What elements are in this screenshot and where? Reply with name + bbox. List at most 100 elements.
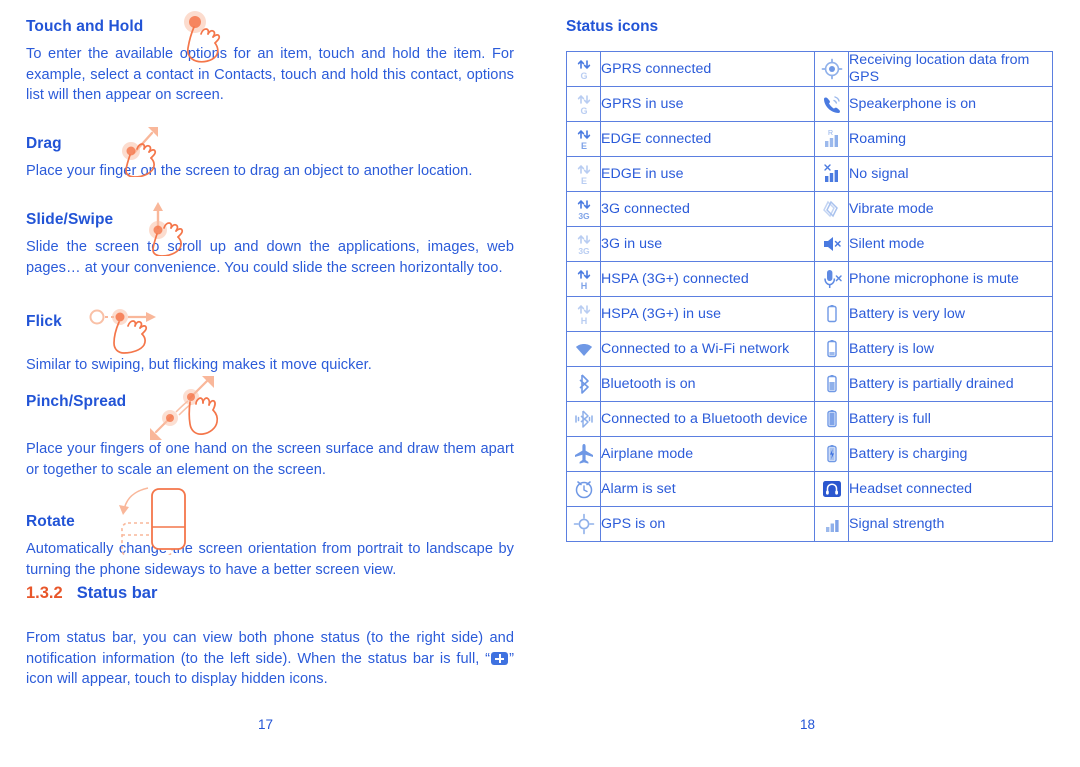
gesture-heading: Rotate [26,513,75,530]
wifi-connected-icon [572,337,596,361]
gps-receiving-icon [820,57,844,81]
section-body-part1: From status bar, you can view both phone… [26,630,514,667]
section-number: 1.3.2 [26,584,63,602]
status-icon-cell [566,436,601,472]
status-icon-cell [814,296,849,332]
vibrate-mode-icon [820,197,844,221]
gps-on-icon [572,512,596,536]
gesture-block-flick: Flick Similar to swiping, but flicking m… [26,309,514,376]
section-heading: 1.3.2 Status bar [26,584,514,603]
status-icon-cell [566,226,601,262]
status-icon-cell [814,86,849,122]
status-label-cell: Connected to a Bluetooth device [600,401,815,437]
document-spread: Touch and Hold To enter the available op… [0,0,1080,767]
status-label-cell: HSPA (3G+) in use [600,296,815,332]
gesture-body: Automatically change the screen orientat… [26,541,514,578]
status-label-cell: Battery is charging [848,436,1053,472]
status-label-cell: Battery is very low [848,296,1053,332]
status-label-cell: Signal strength [848,506,1053,542]
status-label-cell: Receiving location data from GPS [848,51,1053,87]
gesture-heading: Drag [26,135,62,152]
status-label-cell: HSPA (3G+) connected [600,261,815,297]
3g-in-use-icon [572,232,596,256]
plus-badge-icon [491,651,509,665]
edge-connected-icon [572,127,596,151]
section-title: Status bar [76,584,158,602]
status-icon-cell [814,156,849,192]
table-row: Connected to a Wi-Fi network Battery is l… [566,331,1053,367]
table-row: EDGE in use No signal [566,156,1053,192]
table-row: GPRS in use Speakerphone is on [566,86,1053,122]
roaming-icon [820,127,844,151]
microphone-mute-icon [820,267,844,291]
status-icon-cell [814,261,849,297]
status-label-cell: Vibrate mode [848,191,1053,227]
status-label-cell: Speakerphone is on [848,86,1053,122]
table-row: EDGE connected Roaming [566,121,1053,157]
hspa-in-use-icon [572,302,596,326]
status-label-cell: GPS is on [600,506,815,542]
gesture-heading: Slide/Swipe [26,211,114,228]
section-body: From status bar, you can view both phone… [26,628,514,690]
hspa-connected-icon [572,267,596,291]
status-icon-cell [814,436,849,472]
status-icon-cell [814,506,849,542]
table-row: GPS is on Signal strength [566,506,1053,542]
status-label-cell: Battery is partially drained [848,366,1053,402]
table-row: HSPA (3G+) in use Battery is very low [566,296,1053,332]
status-label-cell: 3G in use [600,226,815,262]
status-icon-cell [566,296,601,332]
status-icon-cell [566,401,601,437]
status-icon-cell [566,156,601,192]
airplane-mode-icon [572,442,596,466]
page-number-right: 18 [800,717,816,732]
table-row: 3G connected Vibrate mode [566,191,1053,227]
right-page-column: Status icons GPRS connected Receiving loc… [566,18,1056,542]
speakerphone-icon [820,92,844,116]
status-label-cell: 3G connected [600,191,815,227]
headset-connected-icon [820,477,844,501]
status-label-cell: GPRS connected [600,51,815,87]
status-icon-cell [814,51,849,87]
status-icons-table: GPRS connected Receiving location data fr… [566,51,1053,542]
table-row: Connected to a Bluetooth device Battery i… [566,401,1053,437]
gesture-block-slide-swipe: Slide/Swipe Slide the screen to scroll u… [26,202,514,278]
section-status-bar: 1.3.2 Status bar From status bar, you can… [26,584,514,690]
status-label-cell: GPRS in use [600,86,815,122]
battery-very-low-icon [820,302,844,326]
status-label-cell: Headset connected [848,471,1053,507]
signal-strength-icon [820,512,844,536]
status-icons-title: Status icons [566,18,659,35]
gesture-block-rotate: Rotate Automatically change the screen o… [26,487,514,580]
status-icon-cell [566,261,601,297]
gprs-in-use-icon [572,92,596,116]
bluetooth-connected-icon [572,407,596,431]
alarm-set-icon [572,477,596,501]
status-label-cell: Silent mode [848,226,1053,262]
status-icon-cell [814,401,849,437]
status-icon-cell [814,121,849,157]
battery-low-icon [820,337,844,361]
battery-full-icon [820,407,844,431]
edge-in-use-icon [572,162,596,186]
status-icon-cell [566,191,601,227]
status-label-cell: EDGE in use [600,156,815,192]
gesture-block-touch-and-hold: Touch and Hold To enter the available op… [26,11,514,106]
table-row: Airplane mode Battery is charging [566,436,1053,472]
status-icon-cell [566,331,601,367]
table-row: Alarm is set Headset connected [566,471,1053,507]
status-icon-cell [814,331,849,367]
gprs-connected-icon [572,57,596,81]
status-icon-cell [814,226,849,262]
status-icon-cell [814,471,849,507]
3g-connected-icon [572,197,596,221]
battery-partial-icon [820,372,844,396]
gesture-body: Slide the screen to scroll up and down t… [26,239,514,276]
gesture-body: To enter the available options for an it… [26,46,514,103]
status-label-cell: Phone microphone is mute [848,261,1053,297]
battery-charging-icon [820,442,844,466]
status-label-cell: Airplane mode [600,436,815,472]
table-row: Bluetooth is on Battery is partially drai… [566,366,1053,402]
gesture-body: Similar to swiping, but flicking makes i… [26,357,372,373]
status-icon-cell [566,506,601,542]
